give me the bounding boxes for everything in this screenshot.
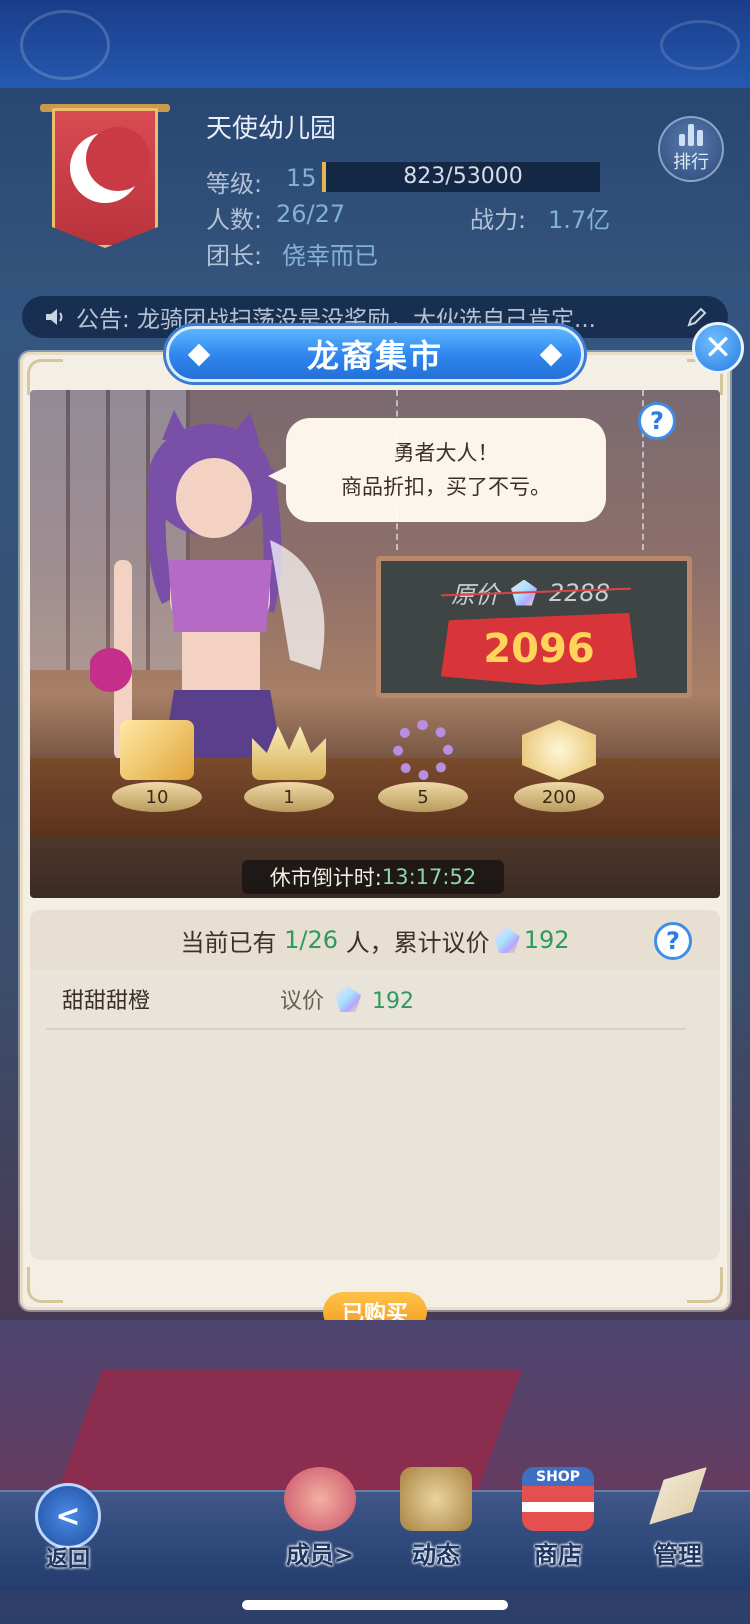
back-label: 返回 bbox=[45, 1547, 90, 1572]
list-item: 甜甜甜橙 议价 192 bbox=[46, 970, 686, 1030]
bid-value: 192 bbox=[372, 989, 415, 1014]
shop-stall-icon: SHOP bbox=[522, 1467, 594, 1531]
close-button[interactable]: ✕ bbox=[692, 322, 744, 374]
members-avatar-icon bbox=[284, 1467, 356, 1531]
ranking-label: 排行 bbox=[673, 152, 709, 173]
bid-summary: 当前已有 1/26 人，累计议价 192 bbox=[30, 910, 720, 970]
winged-badge-icon bbox=[522, 720, 596, 780]
top-header-band bbox=[0, 0, 750, 88]
market-scene: 勇者大人！ 商品折扣，买了不亏。 ? 原价 2288 2096 10 1 5 2… bbox=[30, 390, 720, 898]
summary-prefix: 当前已有 bbox=[180, 928, 277, 957]
leader-value: 侥幸而已 bbox=[282, 242, 378, 270]
quill-scroll-icon bbox=[649, 1467, 707, 1525]
diamond-gem-icon bbox=[335, 986, 362, 1012]
speaker-icon bbox=[46, 309, 63, 325]
decor-swirl bbox=[660, 20, 740, 70]
members-label: 人数: bbox=[206, 206, 263, 234]
help-question-icon[interactable]: ? bbox=[638, 402, 676, 440]
decor-swirl bbox=[20, 10, 110, 80]
nav-activity-label: 动态 bbox=[412, 1541, 460, 1569]
nav-manage[interactable]: 管理 bbox=[628, 1450, 728, 1570]
speech-line-1: 勇者大人！ bbox=[393, 441, 499, 465]
current-price: 2096 bbox=[483, 626, 595, 672]
diamond-ornament-icon bbox=[187, 343, 211, 367]
original-price-value: 2288 bbox=[549, 578, 611, 607]
xp-text: 823/53000 bbox=[403, 164, 523, 189]
summary-total: 192 bbox=[523, 926, 570, 954]
countdown-time: 13:17:52 bbox=[381, 865, 477, 889]
guild-emblem-banner[interactable] bbox=[52, 108, 158, 248]
level-value: 15 bbox=[286, 164, 317, 192]
bid-list: 甜甜甜橙 议价 192 bbox=[30, 970, 720, 1260]
item-count: 200 bbox=[514, 782, 604, 812]
level-label: 等级: bbox=[206, 170, 263, 198]
summary-mid: 人，累计议价 bbox=[345, 928, 490, 957]
speech-line-2: 商品折扣，买了不亏。 bbox=[341, 475, 551, 499]
dialog-title-plate: 龙裔集市 bbox=[166, 326, 584, 382]
help-symbol: ? bbox=[666, 927, 680, 955]
bidder-name: 甜甜甜橙 bbox=[62, 989, 151, 1014]
power-label: 战力: bbox=[470, 206, 527, 234]
reward-item[interactable]: 1 bbox=[244, 720, 334, 812]
bid-label: 议价 bbox=[280, 989, 325, 1014]
diamond-gem-icon bbox=[493, 927, 520, 953]
bracelet-icon bbox=[393, 720, 453, 780]
nav-shop-label: 商店 bbox=[534, 1541, 582, 1569]
nav-shop[interactable]: SHOP 商店 bbox=[508, 1450, 608, 1570]
shop-sign-text: SHOP bbox=[536, 1469, 580, 1485]
corner-ornament bbox=[687, 1267, 723, 1303]
leader-label: 团长: bbox=[206, 242, 263, 270]
item-count: 1 bbox=[244, 782, 334, 812]
corner-ornament bbox=[27, 1267, 63, 1303]
crescent-moon-icon bbox=[70, 127, 150, 203]
power-value: 1.7亿 bbox=[548, 206, 611, 234]
nav-activity[interactable]: 动态 bbox=[386, 1450, 486, 1570]
close-icon: ✕ bbox=[703, 328, 733, 368]
countdown-label: 休市倒计时: bbox=[269, 866, 382, 890]
bar-chart-icon bbox=[679, 124, 703, 146]
crystal-icon bbox=[120, 720, 194, 780]
members-value: 26/27 bbox=[276, 200, 346, 228]
price-board: 原价 2288 2096 bbox=[376, 556, 692, 698]
help-question-icon[interactable]: ? bbox=[654, 922, 692, 960]
reward-item[interactable]: 200 bbox=[514, 720, 604, 812]
home-indicator[interactable] bbox=[242, 1600, 508, 1610]
close-countdown: 休市倒计时: 13:17:52 bbox=[242, 860, 504, 894]
guild-name: 天使幼儿园 bbox=[206, 114, 337, 144]
help-symbol: ? bbox=[650, 407, 664, 435]
nav-members[interactable]: 成员> bbox=[270, 1450, 370, 1570]
nav-manage-label: 管理 bbox=[654, 1541, 702, 1569]
merchant-speech-bubble: 勇者大人！ 商品折扣，买了不亏。 bbox=[268, 418, 606, 522]
item-count: 10 bbox=[112, 782, 202, 812]
xp-progress-bar: 823/53000 bbox=[322, 162, 600, 192]
nav-members-label: 成员> bbox=[285, 1541, 355, 1569]
reward-item[interactable]: 5 bbox=[378, 720, 468, 812]
summary-count: 1/26 bbox=[284, 926, 339, 954]
crown-icon bbox=[252, 726, 326, 780]
discount-price-tag: 2096 bbox=[441, 613, 637, 685]
item-count: 5 bbox=[378, 782, 468, 812]
ranking-button[interactable]: 排行 bbox=[658, 116, 724, 182]
bid-amount: 议价 192 bbox=[280, 983, 414, 1015]
back-button[interactable]: < 返回 bbox=[20, 1480, 116, 1576]
back-arrow-icon: < bbox=[35, 1483, 101, 1549]
hanging-string bbox=[396, 390, 398, 550]
dialog-title: 龙裔集市 bbox=[306, 337, 443, 375]
diamond-ornament-icon bbox=[539, 343, 563, 367]
activity-people-icon bbox=[400, 1467, 472, 1531]
reward-item[interactable]: 10 bbox=[112, 720, 202, 812]
